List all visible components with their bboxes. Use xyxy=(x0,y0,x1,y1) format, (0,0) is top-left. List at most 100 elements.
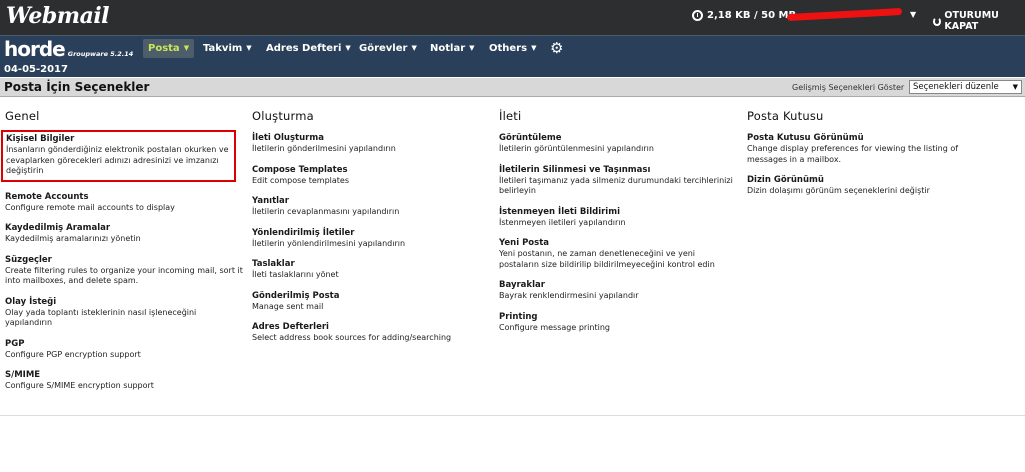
option-desc: Configure remote mail accounts to displa… xyxy=(5,202,175,212)
option-title: Adres Defterleri xyxy=(252,322,329,332)
chevron-down-icon: ▼ xyxy=(910,10,917,19)
page-title: Posta İçin Seçenekler xyxy=(4,80,150,94)
option-kaydedilmis-aramalar[interactable]: Kaydedilmiş Aramalar Kaydedilmiş aramala… xyxy=(5,223,245,245)
column-title: Oluşturma xyxy=(252,109,314,123)
option-title: İstenmeyen İleti Bildirimi xyxy=(499,206,620,217)
nav-takvim-label: Takvim xyxy=(203,43,243,54)
advanced-options-value: Seçenekleri düzenle xyxy=(913,82,999,92)
option-taslaklar[interactable]: Taslaklar İleti taslaklarını yönet xyxy=(252,259,482,281)
option-title: Printing xyxy=(499,311,538,322)
option-title: Taslaklar xyxy=(252,259,295,269)
option-desc: Select address book sources for adding/s… xyxy=(252,333,452,342)
option-desc: Configure PGP encryption support xyxy=(5,349,141,359)
option-adres-defterleri[interactable]: Adres Defterleri Select address book sou… xyxy=(252,322,482,344)
option-yeni-posta[interactable]: Yeni Posta Yeni postanın, ne zaman denet… xyxy=(499,238,734,270)
nav-takvim[interactable]: Takvim ▼ xyxy=(198,39,257,58)
option-desc: Change display preferences for viewing t… xyxy=(747,144,959,164)
nav-adres-defteri[interactable]: Adres Defteri ▼ xyxy=(261,39,356,58)
option-yanitlar[interactable]: Yanıtlar İletilerin cevaplanmasını yapıl… xyxy=(252,196,482,218)
option-title: Posta Kutusu Görünümü xyxy=(747,133,864,143)
option-desc: İletilerin gönderilmesini yapılandırın xyxy=(252,144,396,153)
chevron-down-icon: ▼ xyxy=(246,44,252,52)
chevron-down-icon: ▼ xyxy=(531,44,537,52)
quota-text: 2,18 KB / 50 MB xyxy=(707,10,797,21)
top-bar: Webmail 2,18 KB / 50 MB ▼ OTURUMU KAPAT xyxy=(0,0,1025,35)
option-suzgecler[interactable]: Süzgeçler Create filtering rules to orga… xyxy=(5,255,245,287)
option-pgp[interactable]: PGP Configure PGP encryption support xyxy=(5,339,245,361)
option-desc: Configure message printing xyxy=(499,322,610,332)
option-compose-templates[interactable]: Compose Templates Edit compose templates xyxy=(252,165,482,187)
options-content: Genel Kişisel Bilgiler İnsanların gönder… xyxy=(0,97,1025,416)
option-title: Olay İsteği xyxy=(5,296,57,307)
advanced-options-select[interactable]: Seçenekleri düzenle ▼ xyxy=(909,80,1022,94)
quota-indicator: 2,18 KB / 50 MB xyxy=(692,10,796,21)
nav-notlar[interactable]: Notlar ▼ xyxy=(425,39,480,58)
option-desc: Bayrak renklendirmesini yapılandır xyxy=(499,291,639,300)
option-title: Gönderilmiş Posta xyxy=(252,290,340,301)
option-title: Remote Accounts xyxy=(5,191,89,202)
nav-posta[interactable]: Posta ▼ xyxy=(143,39,195,58)
option-title: Bayraklar xyxy=(499,280,545,290)
option-istenmeyen-ileti[interactable]: İstenmeyen İleti Bildirimi İstenmeyen il… xyxy=(499,207,734,229)
option-remote-accounts[interactable]: Remote Accounts Configure remote mail ac… xyxy=(5,192,245,214)
option-desc: İnsanların gönderdiğiniz elektronik post… xyxy=(6,145,229,175)
option-title: PGP xyxy=(5,338,25,349)
nav-others-label: Others xyxy=(489,43,528,54)
option-desc: Yeni postanın, ne zaman denetleneceğini … xyxy=(499,249,715,269)
option-desc: İleti taslaklarını yönet xyxy=(252,270,339,279)
option-title: Kaydedilmiş Aramalar xyxy=(5,223,111,233)
column-title: Posta Kutusu xyxy=(747,109,824,123)
option-bayraklar[interactable]: Bayraklar Bayrak renklendirmesini yapıla… xyxy=(499,280,734,302)
option-title: İletilerin Silinmesi ve Taşınması xyxy=(499,164,651,175)
column-olusturma: Oluşturma İleti Oluşturma İletilerin gön… xyxy=(252,109,482,354)
title-bar: Posta İçin Seçenekler Gelişmiş Seçenekle… xyxy=(0,78,1025,97)
option-title: Yeni Posta xyxy=(499,238,549,248)
option-iletilerin-silinmesi[interactable]: İletilerin Silinmesi ve Taşınması İletil… xyxy=(499,165,734,197)
option-desc: Dizin dolaşımı görünüm seçeneklerini değ… xyxy=(747,186,930,195)
column-genel: Genel Kişisel Bilgiler İnsanların gönder… xyxy=(1,109,245,402)
option-desc: İletilerin görüntülenmesini yapılandırın xyxy=(499,144,654,153)
nav-gorevler[interactable]: Görevler ▼ xyxy=(354,39,422,58)
user-menu[interactable]: ▼ xyxy=(787,7,917,22)
gear-icon[interactable]: ⚙ xyxy=(550,40,563,57)
option-desc: İletilerin yönlendirilmesini yapılandırı… xyxy=(252,238,406,248)
option-posta-kutusu-gorunumu[interactable]: Posta Kutusu Görünümü Change display pre… xyxy=(747,133,977,165)
option-kisisel-bilgiler[interactable]: Kişisel Bilgiler İnsanların gönderdiğini… xyxy=(1,130,236,182)
power-icon xyxy=(933,16,942,26)
nav-posta-label: Posta xyxy=(148,43,180,54)
option-title: Yanıtlar xyxy=(252,196,289,206)
option-title: İleti Oluşturma xyxy=(252,133,324,143)
option-gonderilmis-posta[interactable]: Gönderilmiş Posta Manage sent mail xyxy=(252,291,482,313)
option-ileti-olusturma[interactable]: İleti Oluşturma İletilerin gönderilmesin… xyxy=(252,133,482,155)
date-bar: 04-05-2017 xyxy=(0,62,1025,77)
option-printing[interactable]: Printing Configure message printing xyxy=(499,312,734,334)
advanced-options-label: Gelişmiş Seçenekleri Göster xyxy=(792,83,905,92)
webmail-logo: Webmail xyxy=(6,3,110,29)
option-smime[interactable]: S/MIME Configure S/MIME encryption suppo… xyxy=(5,370,245,392)
option-title: Süzgeçler xyxy=(5,254,52,265)
option-desc: İstenmeyen iletileri yapılandırın xyxy=(499,217,626,227)
horde-brand[interactable]: horde Groupware 5.2.14 xyxy=(4,37,133,61)
option-title: Görüntüleme xyxy=(499,133,562,143)
option-desc: İletilerin cevaplanmasını yapılandırın xyxy=(252,207,400,216)
option-yonlendirilmis-iletiler[interactable]: Yönlendirilmiş İletiler İletilerin yönle… xyxy=(252,228,482,250)
quota-icon xyxy=(692,10,703,21)
column-title: Genel xyxy=(5,109,40,123)
option-desc: Kaydedilmiş aramalarınızı yönetin xyxy=(5,234,141,243)
option-dizin-gorunumu[interactable]: Dizin Görünümü Dizin dolaşımı görünüm se… xyxy=(747,175,977,197)
nav-others[interactable]: Others ▼ xyxy=(484,39,541,58)
option-desc: Manage sent mail xyxy=(252,301,324,311)
column-posta-kutusu: Posta Kutusu Posta Kutusu Görünümü Chang… xyxy=(747,109,977,207)
nav-notlar-label: Notlar xyxy=(430,43,466,54)
option-title: Kişisel Bilgiler xyxy=(6,134,75,144)
option-title: Compose Templates xyxy=(252,164,348,175)
nav-gorevler-label: Görevler xyxy=(359,43,408,54)
brand-version: Groupware 5.2.14 xyxy=(67,50,134,58)
option-goruntuleme[interactable]: Görüntüleme İletilerin görüntülenmesini … xyxy=(499,133,734,155)
nav-adres-defteri-label: Adres Defteri xyxy=(266,43,342,54)
logout-button[interactable]: OTURUMU KAPAT xyxy=(933,10,1025,32)
chevron-down-icon: ▼ xyxy=(183,44,190,52)
chevron-down-icon: ▼ xyxy=(411,44,417,52)
option-olay-istegi[interactable]: Olay İsteği Olay yada toplantı istekleri… xyxy=(5,297,245,329)
logout-label: OTURUMU KAPAT xyxy=(944,10,999,32)
